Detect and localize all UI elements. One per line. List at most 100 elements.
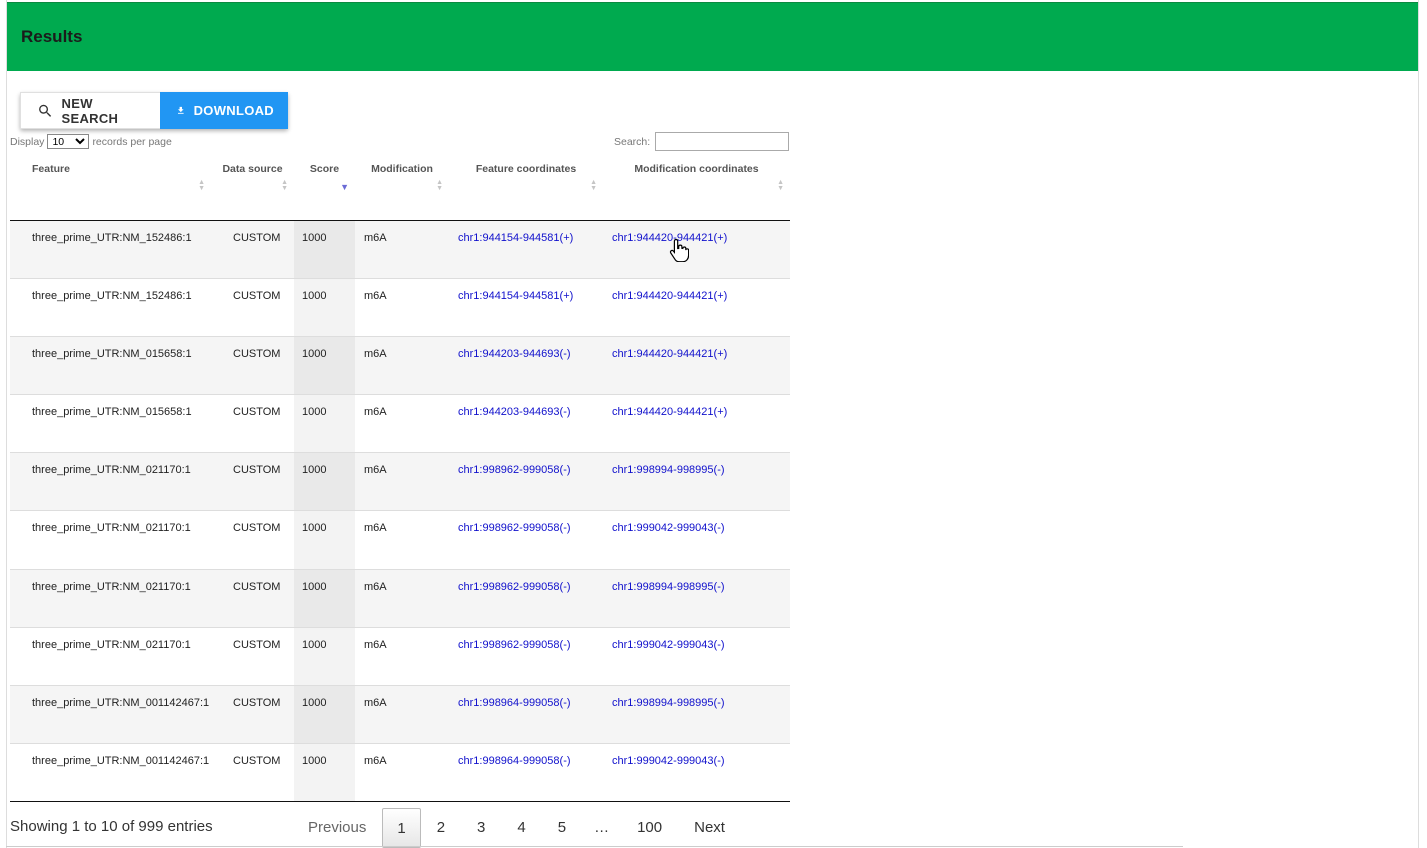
next-page-button[interactable]: Next — [678, 808, 741, 848]
cell-modification-coordinates: chr1:944420-944421(+) — [603, 278, 790, 337]
cell-modification-coordinates: chr1:998994-998995(-) — [603, 452, 790, 512]
cell-modification-coordinates: chr1:998994-998995(-) — [603, 569, 790, 628]
sort-both-icon: ▲ ▼ — [777, 179, 784, 192]
cell-modification-coordinates: chr1:944420-944421(+) — [603, 394, 790, 454]
modification-coordinates-link[interactable]: chr1:944420-944421(+) — [612, 348, 727, 360]
column-header-data-source[interactable]: Data source ▲ ▼ — [211, 157, 294, 221]
feature-coordinates-link[interactable]: chr1:998964-999058(-) — [458, 755, 571, 767]
table-row: three_prime_UTR:NM_015658:1 CUSTOM 1000 m6A… — [10, 336, 790, 396]
new-search-label: NEW SEARCH — [61, 95, 119, 126]
cell-data-source: CUSTOM — [211, 569, 294, 628]
feature-coordinates-link[interactable]: chr1:944154-944581(+) — [458, 290, 573, 302]
cell-feature: three_prime_UTR:NM_021170:1 — [10, 627, 211, 687]
cell-score: 1000 — [294, 743, 355, 803]
cell-feature-coordinates: chr1:998962-999058(-) — [449, 627, 603, 687]
column-header-feature[interactable]: Feature ▲ ▼ — [10, 157, 211, 221]
cell-data-source: CUSTOM — [211, 452, 294, 512]
page-button-4[interactable]: 4 — [501, 808, 541, 848]
cell-modification-coordinates: chr1:944420-944421(+) — [603, 220, 790, 279]
cell-data-source: CUSTOM — [211, 743, 294, 803]
last-page-button[interactable]: 100 — [621, 808, 678, 848]
pagination: Previous 1 2 3 4 5 … 100 Next — [292, 808, 741, 848]
cell-feature: three_prime_UTR:NM_152486:1 — [10, 278, 211, 337]
cell-data-source: CUSTOM — [211, 510, 294, 570]
cell-modification: m6A — [355, 743, 449, 803]
search-label: Search: — [614, 135, 651, 148]
column-header-label: Modification — [371, 163, 433, 175]
modification-coordinates-link[interactable]: chr1:998994-998995(-) — [612, 464, 725, 476]
cell-feature: three_prime_UTR:NM_021170:1 — [10, 452, 211, 512]
modification-coordinates-link[interactable]: chr1:944420-944421(+) — [612, 406, 727, 418]
cell-feature: three_prime_UTR:NM_021170:1 — [10, 510, 211, 570]
page-button-5[interactable]: 5 — [542, 808, 582, 848]
column-header-label: Data source — [222, 163, 283, 175]
cell-modification: m6A — [355, 627, 449, 687]
cell-modification-coordinates: chr1:999042-999043(-) — [603, 627, 790, 687]
modification-coordinates-link[interactable]: chr1:999042-999043(-) — [612, 522, 725, 534]
feature-coordinates-link[interactable]: chr1:944154-944581(+) — [458, 232, 573, 244]
cell-score: 1000 — [294, 685, 355, 745]
cell-feature-coordinates: chr1:944203-944693(-) — [449, 336, 603, 396]
table-row: three_prime_UTR:NM_001142467:1 CUSTOM 1000… — [10, 743, 790, 803]
column-header-label: Feature — [32, 163, 70, 175]
feature-coordinates-link[interactable]: chr1:998962-999058(-) — [458, 639, 571, 651]
cell-feature-coordinates: chr1:944154-944581(+) — [449, 278, 603, 337]
previous-page-button[interactable]: Previous — [292, 808, 382, 848]
cell-score: 1000 — [294, 278, 355, 337]
column-header-feature-coordinates[interactable]: Feature coordinates ▲ ▼ — [449, 157, 603, 221]
column-header-modification-coordinates[interactable]: Modification coordinates ▲ ▼ — [603, 157, 790, 221]
modification-coordinates-link[interactable]: chr1:998994-998995(-) — [612, 697, 725, 709]
cell-data-source: CUSTOM — [211, 220, 294, 279]
cell-modification: m6A — [355, 685, 449, 745]
table-row: three_prime_UTR:NM_021170:1 CUSTOM 1000 m6A… — [10, 569, 790, 628]
cell-feature-coordinates: chr1:944154-944581(+) — [449, 220, 603, 279]
table-row: three_prime_UTR:NM_015658:1 CUSTOM 1000 m6A… — [10, 394, 790, 454]
cell-feature-coordinates: chr1:998962-999058(-) — [449, 452, 603, 512]
divider — [6, 846, 1183, 847]
modification-coordinates-link[interactable]: chr1:999042-999043(-) — [612, 755, 725, 767]
cell-data-source: CUSTOM — [211, 685, 294, 745]
download-button[interactable]: DOWNLOAD — [160, 92, 288, 129]
cell-feature-coordinates: chr1:998964-999058(-) — [449, 743, 603, 803]
cell-score: 1000 — [294, 220, 355, 279]
feature-coordinates-link[interactable]: chr1:944203-944693(-) — [458, 406, 571, 418]
modification-coordinates-link[interactable]: chr1:998994-998995(-) — [612, 581, 725, 593]
page-button-2[interactable]: 2 — [421, 808, 461, 848]
cell-feature-coordinates: chr1:998964-999058(-) — [449, 685, 603, 745]
pagination-ellipsis: … — [594, 819, 610, 836]
records-per-page-select[interactable]: 10 — [47, 134, 90, 149]
feature-coordinates-link[interactable]: chr1:944203-944693(-) — [458, 348, 571, 360]
feature-coordinates-link[interactable]: chr1:998964-999058(-) — [458, 697, 571, 709]
action-button-group: NEW SEARCH DOWNLOAD — [20, 92, 288, 129]
page-button-1[interactable]: 1 — [382, 808, 421, 848]
feature-coordinates-link[interactable]: chr1:998962-999058(-) — [458, 522, 571, 534]
cell-data-source: CUSTOM — [211, 278, 294, 337]
cell-data-source: CUSTOM — [211, 627, 294, 687]
page-button-3[interactable]: 3 — [461, 808, 501, 848]
cell-feature: three_prime_UTR:NM_015658:1 — [10, 394, 211, 454]
cell-modification-coordinates: chr1:999042-999043(-) — [603, 743, 790, 803]
table-row: three_prime_UTR:NM_001142467:1 CUSTOM 1000… — [10, 685, 790, 745]
feature-coordinates-link[interactable]: chr1:998962-999058(-) — [458, 464, 571, 476]
download-icon — [178, 106, 184, 114]
records-per-page-control: Display 10 records per page — [10, 134, 172, 149]
cell-modification: m6A — [355, 569, 449, 628]
modification-coordinates-link[interactable]: chr1:999042-999043(-) — [612, 639, 725, 651]
search-input[interactable] — [655, 132, 790, 151]
hand-pointer-icon — [669, 238, 689, 262]
length-prefix: Display — [10, 135, 45, 148]
new-search-button[interactable]: NEW SEARCH — [20, 92, 160, 129]
feature-coordinates-link[interactable]: chr1:998962-999058(-) — [458, 581, 571, 593]
column-header-score[interactable]: Score ▼ — [294, 157, 355, 221]
column-header-modification[interactable]: Modification ▲ ▼ — [355, 157, 449, 221]
table-info: Showing 1 to 10 of 999 entries — [10, 818, 213, 835]
table-row: three_prime_UTR:NM_152486:1 CUSTOM 1000 m6A… — [10, 278, 790, 337]
modification-coordinates-link[interactable]: chr1:944420-944421(+) — [612, 290, 727, 302]
cell-modification: m6A — [355, 220, 449, 279]
cell-modification: m6A — [355, 452, 449, 512]
table-header-row: Feature ▲ ▼ Data source ▲ ▼ Score ▼ Modifi… — [10, 157, 790, 221]
column-header-label: Modification coordinates — [634, 163, 759, 175]
length-suffix: records per page — [92, 135, 172, 148]
cell-score: 1000 — [294, 510, 355, 570]
results-header: Results — [7, 2, 1418, 71]
